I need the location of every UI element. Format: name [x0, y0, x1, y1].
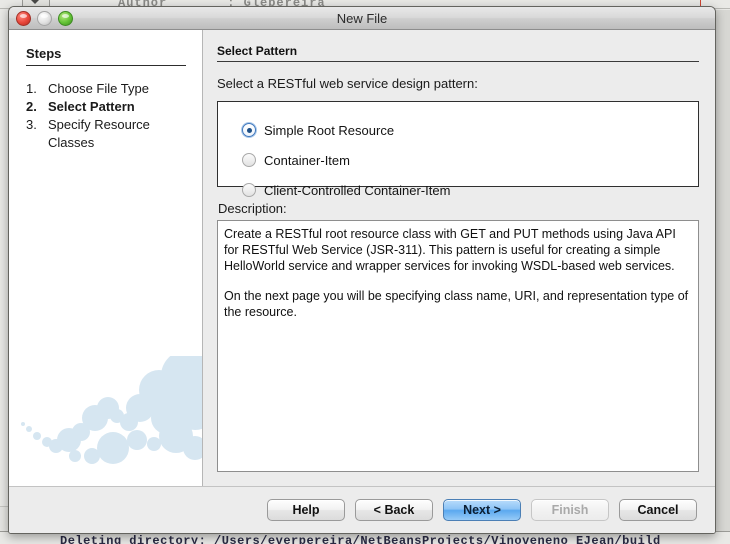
step-label-2: Select Pattern [48, 99, 135, 114]
steps-list: 1. Choose File Type 2. Select Pattern 3.… [9, 80, 202, 152]
step-item-2: 2. Select Pattern [9, 98, 202, 116]
pattern-option-label-3: Client-Controlled Container-Item [264, 182, 451, 198]
page-title: Select Pattern [217, 44, 298, 58]
bubbles-watermark-icon [21, 356, 202, 464]
step-item-3: 3. Specify Resource Classes [9, 116, 202, 152]
back-button[interactable]: < Back [355, 499, 433, 521]
description-paragraph-1: Create a RESTful root resource class wit… [224, 227, 676, 273]
step-item-1: 1. Choose File Type [9, 80, 202, 98]
description-paragraph-2: On the next page you will be specifying … [224, 289, 689, 319]
step-number-1: 1. [26, 81, 37, 96]
pattern-option-simple-root-resource[interactable]: Simple Root Resource [218, 115, 698, 145]
pattern-radio-group: Simple Root Resource Container-Item Clie… [217, 101, 699, 198]
dialog-body: Steps 1. Choose File Type 2. Select Patt… [9, 30, 715, 486]
next-button[interactable]: Next > [443, 499, 521, 521]
minimize-icon[interactable] [37, 11, 52, 26]
content-panel: Select Pattern Select a RESTful web serv… [203, 30, 715, 486]
radio-icon-unselected-1[interactable] [242, 153, 256, 167]
pattern-prompt: Select a RESTful web service design patt… [217, 76, 478, 91]
step-number-3: 3. [26, 117, 37, 132]
steps-heading-divider [26, 65, 186, 66]
steps-heading: Steps [26, 46, 62, 61]
help-button[interactable]: Help [267, 499, 345, 521]
pattern-option-container-item[interactable]: Container-Item [218, 145, 698, 175]
description-label: Description: [218, 201, 287, 216]
new-file-dialog: New File Steps 1. Choose File Type 2. Se… [8, 6, 716, 534]
background-output-text: Deleting directory: /Users/everpereira/N… [60, 534, 661, 544]
close-icon[interactable] [16, 11, 31, 26]
dialog-footer: Help < Back Next > Finish Cancel [9, 486, 715, 533]
step-number-2: 2. [26, 99, 37, 114]
step-label-3: Specify Resource Classes [48, 117, 150, 150]
finish-button: Finish [531, 499, 609, 521]
screen: Author: Glepereira Deleting directory: /… [0, 0, 730, 544]
radio-icon-unselected-2[interactable] [242, 183, 256, 197]
step-label-1: Choose File Type [48, 81, 149, 96]
pattern-option-label-2: Container-Item [264, 152, 350, 168]
window-title: New File [336, 10, 388, 26]
description-box: Create a RESTful root resource class wit… [217, 220, 699, 472]
maximize-icon[interactable] [58, 11, 73, 26]
window-controls [16, 11, 73, 26]
cancel-button[interactable]: Cancel [619, 499, 697, 521]
window-titlebar[interactable]: New File [9, 7, 715, 30]
radio-icon-selected[interactable] [242, 123, 256, 137]
steps-panel: Steps 1. Choose File Type 2. Select Patt… [9, 30, 203, 486]
pattern-option-label-1: Simple Root Resource [264, 122, 395, 138]
page-title-divider [217, 61, 699, 62]
